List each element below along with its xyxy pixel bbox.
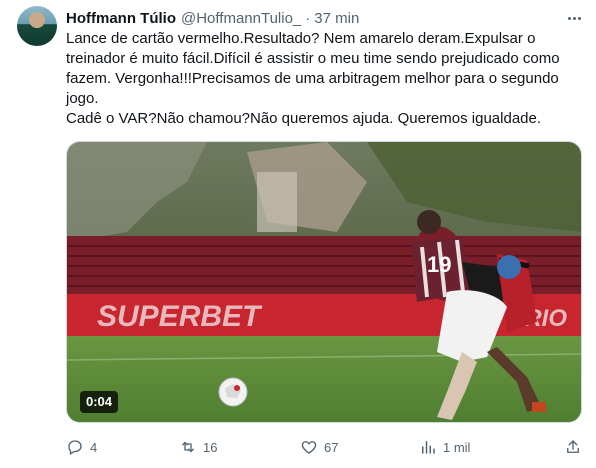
views-count: 1 mil — [443, 439, 471, 455]
ad-board-text: SUPERBET — [97, 300, 263, 333]
action-bar: 4 16 67 1 mil — [66, 436, 586, 458]
like-icon — [301, 441, 317, 454]
like-button[interactable]: 67 — [300, 436, 338, 458]
jersey-number: 19 — [427, 252, 451, 277]
tweet[interactable]: Hoffmann Túlio @HoffmannTulio_ · 37 min … — [0, 0, 596, 468]
reply-icon — [68, 440, 82, 455]
repost-icon — [182, 441, 194, 453]
reply-count: 4 — [90, 439, 98, 455]
tweet-header: Hoffmann Túlio @HoffmannTulio_ · 37 min — [66, 8, 359, 28]
author-handle[interactable]: @HoffmannTulio_ — [181, 10, 301, 27]
avatar[interactable] — [17, 6, 57, 46]
video-frame: SUPERBET RRIO 19 — [67, 142, 581, 422]
share-icon — [567, 440, 579, 453]
tweet-time[interactable]: 37 min — [314, 10, 359, 27]
separator: · — [305, 9, 311, 27]
more-icon[interactable] — [564, 8, 584, 28]
views-button[interactable]: 1 mil — [419, 436, 470, 458]
author-name[interactable]: Hoffmann Túlio — [66, 10, 176, 27]
share-button[interactable] — [564, 436, 588, 458]
repost-count: 16 — [203, 439, 218, 455]
like-count: 67 — [324, 439, 339, 455]
views-icon — [422, 441, 435, 454]
video-player[interactable]: SUPERBET RRIO 19 — [66, 141, 582, 423]
video-duration: 0:04 — [80, 391, 119, 413]
repost-button[interactable]: 16 — [179, 436, 217, 458]
tweet-text: Lance de cartão vermelho.Resultado? Nem … — [66, 30, 560, 127]
reply-button[interactable]: 4 — [66, 436, 97, 458]
